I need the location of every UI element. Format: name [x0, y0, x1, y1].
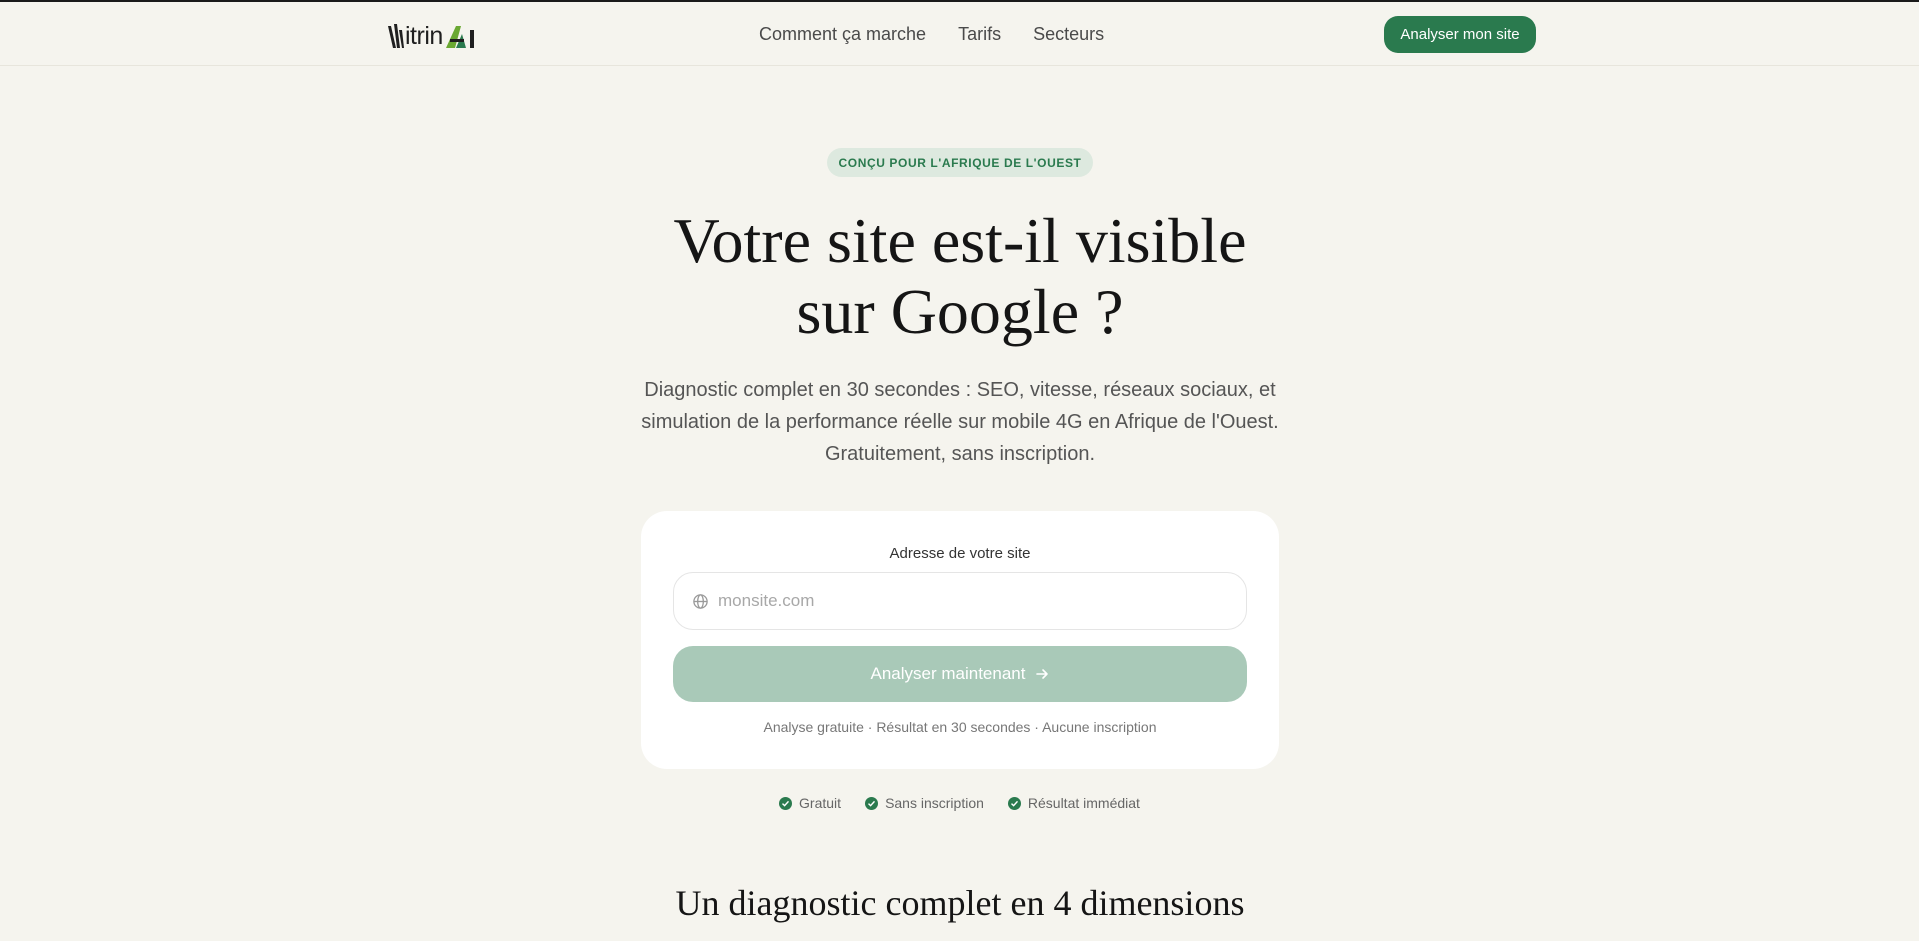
hero-title: Votre site est-il visible sur Google ?: [560, 205, 1360, 347]
hero-subtitle: Diagnostic complet en 30 secondes : SEO,…: [641, 379, 1279, 465]
nav-item-sectors[interactable]: Secteurs: [1033, 24, 1104, 45]
analyze-now-button[interactable]: Analyser maintenant: [673, 646, 1247, 702]
analyze-site-header-button[interactable]: Analyser mon site: [1384, 16, 1536, 53]
section-title: Un diagnostic complet en 4 dimensions: [675, 883, 1245, 923]
logo-ai-icon: [445, 26, 474, 48]
feature-label: Gratuit: [799, 795, 842, 811]
site-header: itrin Comment ça marche Tarifs Secteurs …: [0, 2, 1919, 66]
nav-item-pricing[interactable]: Tarifs: [958, 24, 1001, 45]
analyze-now-label: Analyser maintenant: [870, 664, 1026, 683]
form-note: Analyse gratuite · Résultat en 30 second…: [763, 719, 1157, 735]
analysis-form-card: Adresse de votre site Analyser maintenan…: [641, 511, 1279, 769]
feature-label: Résultat immédiat: [1027, 795, 1140, 811]
check-circle-icon: [1007, 796, 1021, 810]
main-nav: Comment ça marche Tarifs Secteurs: [759, 24, 1104, 45]
feature-label: Sans inscription: [885, 795, 984, 811]
check-circle-icon: [779, 796, 793, 810]
logo-mark-icon: [388, 24, 404, 48]
nav-item-how-it-works[interactable]: Comment ça marche: [759, 24, 926, 45]
globe-icon: [693, 594, 708, 609]
site-address-label: Adresse de votre site: [889, 545, 1031, 562]
hero-title-line-1: Votre site est-il visible: [673, 205, 1247, 276]
logo[interactable]: itrin: [387, 21, 478, 51]
logo-text: itrin: [405, 21, 443, 50]
arrow-right-icon: [1036, 669, 1049, 679]
site-url-field[interactable]: [673, 572, 1247, 630]
feature-item-no-signup: Sans inscription: [865, 795, 984, 811]
check-circle-icon: [865, 796, 879, 810]
region-badge: CONÇU POUR L'AFRIQUE DE L'OUEST: [827, 148, 1093, 177]
feature-item-free: Gratuit: [779, 795, 841, 811]
feature-item-instant-result: Résultat immédiat: [1007, 795, 1140, 811]
site-url-input[interactable]: [718, 581, 1228, 621]
feature-list: Gratuit Sans inscription Résultat immédi…: [0, 795, 1919, 811]
hero-title-line-2: sur Google ?: [796, 276, 1124, 347]
